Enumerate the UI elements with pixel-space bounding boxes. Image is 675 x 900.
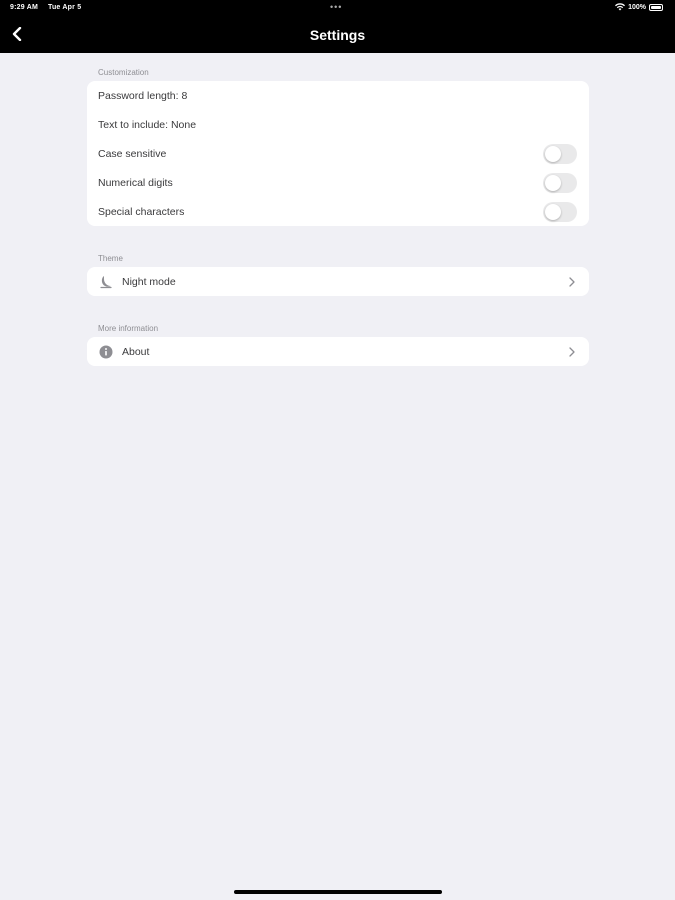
case-sensitive-label: Case sensitive (98, 147, 167, 160)
section-label-more-information: More information (98, 324, 159, 333)
status-time: 9:29 AM (10, 4, 38, 11)
section-label-customization: Customization (98, 68, 149, 77)
more-information-group: About (87, 337, 589, 366)
text-to-include-label: Text to include: None (98, 118, 197, 131)
text-to-include-row[interactable]: Text to include: None (87, 110, 589, 139)
page-title: Settings (309, 27, 366, 43)
customization-group: Password length: 8 Text to include: None… (87, 81, 589, 226)
navigation-bar: 9:29 AM Tue Apr 5 ••• 100% Settings (0, 0, 675, 53)
theme-group: Night mode (87, 267, 589, 296)
about-row[interactable]: About (87, 337, 589, 366)
multitasking-dots-icon[interactable]: ••• (330, 2, 342, 12)
battery-icon (649, 3, 663, 11)
chevron-right-icon (567, 346, 577, 358)
numerical-digits-label: Numerical digits (98, 176, 173, 189)
night-mode-row[interactable]: Night mode (87, 267, 589, 296)
home-indicator[interactable] (234, 890, 442, 894)
info-icon (98, 344, 114, 360)
status-bar-right: 100% (615, 3, 663, 11)
case-sensitive-row: Case sensitive (87, 139, 589, 168)
special-characters-label: Special characters (98, 205, 185, 218)
numerical-digits-toggle[interactable] (543, 172, 577, 193)
about-label: About (122, 345, 150, 358)
wifi-icon (615, 3, 626, 11)
status-bar-left: 9:29 AM Tue Apr 5 (10, 4, 81, 11)
status-date: Tue Apr 5 (47, 4, 82, 11)
battery-percent: 100% (628, 3, 646, 11)
special-characters-toggle[interactable] (543, 201, 577, 222)
chevron-right-icon (567, 276, 577, 288)
case-sensitive-toggle[interactable] (543, 143, 577, 164)
password-length-row[interactable]: Password length: 8 (87, 81, 589, 110)
section-label-theme: Theme (98, 254, 123, 263)
moon-icon (98, 274, 114, 290)
numerical-digits-row: Numerical digits (87, 168, 589, 197)
password-length-label: Password length: 8 (98, 89, 188, 102)
night-mode-label: Night mode (122, 275, 176, 288)
special-characters-row: Special characters (87, 197, 589, 226)
